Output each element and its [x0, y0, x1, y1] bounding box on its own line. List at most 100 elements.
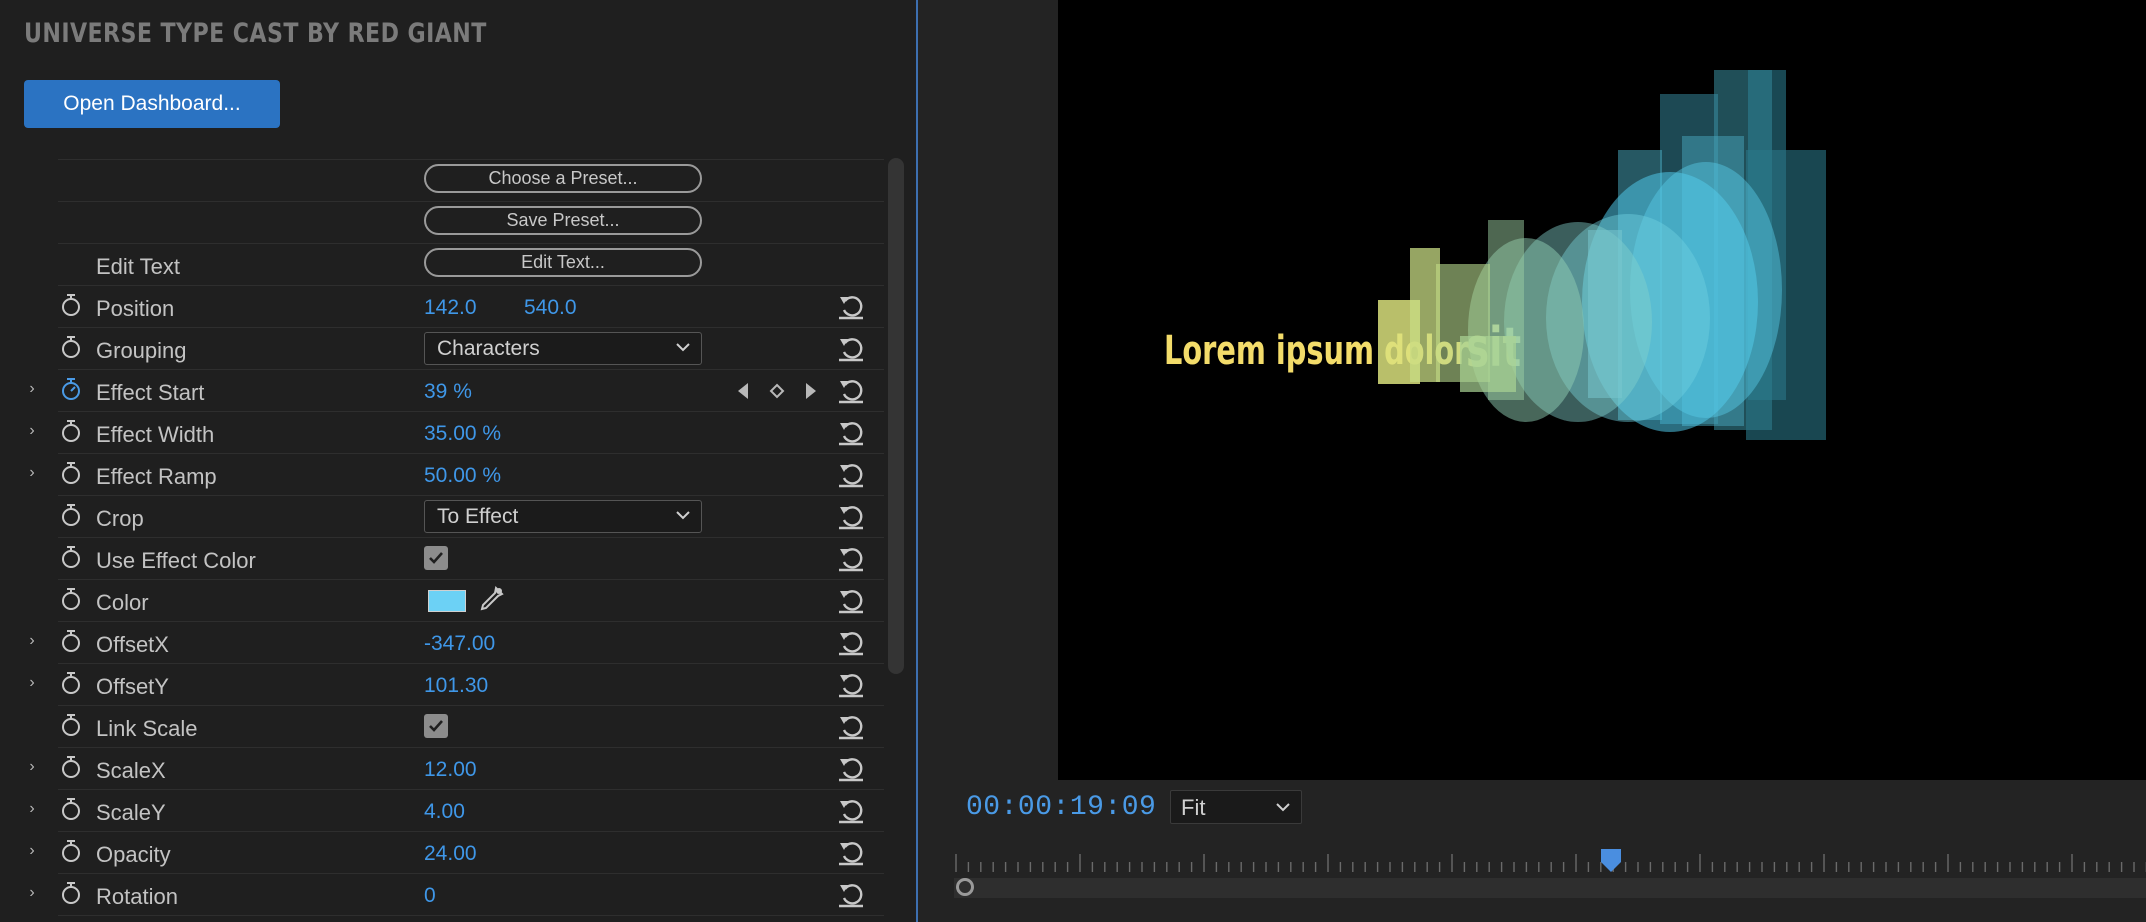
- video-preview: Lorem ipsum dolor sit: [1058, 0, 2146, 780]
- property-row-position: Position 142.0 540.0: [58, 285, 884, 327]
- open-dashboard-button[interactable]: Open Dashboard...: [24, 80, 280, 128]
- property-row-use-effect-color: Use Effect Color: [58, 537, 884, 579]
- stopwatch-active-icon[interactable]: [60, 377, 82, 401]
- stopwatch-icon[interactable]: [60, 839, 82, 863]
- crop-dropdown[interactable]: To Effect: [424, 500, 702, 533]
- color-swatch[interactable]: [428, 590, 466, 612]
- expand-chevron-icon[interactable]: ›: [24, 884, 40, 902]
- keyframe-navigator[interactable]: [734, 379, 820, 403]
- reset-icon[interactable]: [836, 670, 866, 698]
- effect-ramp-value[interactable]: 50.00 %: [424, 464, 501, 488]
- checkmark-icon: [429, 720, 443, 732]
- scale-y-value[interactable]: 4.00: [424, 800, 465, 824]
- position-y-value[interactable]: 540.0: [524, 296, 577, 320]
- property-row-crop: Crop To Effect: [58, 495, 884, 537]
- color-label: Color: [96, 590, 149, 615]
- reset-icon[interactable]: [836, 838, 866, 866]
- crop-selected: To Effect: [437, 505, 519, 528]
- position-x-value[interactable]: 142.0: [424, 296, 477, 320]
- chevron-down-icon: [676, 511, 690, 520]
- stopwatch-icon[interactable]: [60, 797, 82, 821]
- property-row-grouping: Grouping Characters: [58, 327, 884, 369]
- grouping-selected: Characters: [437, 337, 540, 360]
- reset-icon[interactable]: [836, 754, 866, 782]
- reset-icon[interactable]: [836, 586, 866, 614]
- edit-text-row: Edit Text Edit Text...: [58, 243, 884, 285]
- property-row-offset-x: › OffsetX -347.00: [29, 621, 884, 663]
- stopwatch-icon[interactable]: [60, 419, 82, 443]
- timeline-ruler[interactable]: [954, 850, 2146, 876]
- edit-text-button[interactable]: Edit Text...: [424, 248, 702, 277]
- typecast-effect-graphic: [1378, 70, 1826, 440]
- scale-x-label: ScaleX: [96, 758, 166, 783]
- expand-chevron-icon[interactable]: ›: [24, 380, 40, 398]
- grouping-dropdown[interactable]: Characters: [424, 332, 702, 365]
- property-list: Choose a Preset... Save Preset... Edit T…: [0, 159, 884, 922]
- property-row-offset-y: › OffsetY 101.30: [29, 663, 884, 705]
- scrub-bar[interactable]: [954, 878, 2146, 898]
- use-effect-color-checkbox[interactable]: [424, 546, 448, 570]
- offset-x-label: OffsetX: [96, 632, 169, 657]
- expand-chevron-icon[interactable]: ›: [24, 758, 40, 776]
- property-row-scale-y: › ScaleY 4.00: [29, 789, 884, 831]
- choose-preset-button[interactable]: Choose a Preset...: [424, 164, 702, 193]
- property-row-effect-start: › Effect Start 39 %: [29, 369, 884, 411]
- reset-icon[interactable]: [836, 334, 866, 362]
- stopwatch-icon[interactable]: [60, 881, 82, 905]
- chevron-down-icon: [676, 343, 690, 352]
- reset-icon[interactable]: [836, 376, 866, 404]
- program-monitor: Lorem ipsum dolor sit 00:00:19:09 Fit: [918, 0, 2146, 922]
- property-row-color: Color: [58, 579, 884, 621]
- reset-icon[interactable]: [836, 418, 866, 446]
- rotation-value[interactable]: 0: [424, 884, 436, 908]
- stopwatch-icon[interactable]: [60, 503, 82, 527]
- effect-width-label: Effect Width: [96, 422, 215, 447]
- expand-chevron-icon[interactable]: ›: [24, 464, 40, 482]
- reset-icon[interactable]: [836, 796, 866, 824]
- effect-controls-panel: UNIVERSE TYPE CAST BY RED GIANT Open Das…: [0, 0, 916, 922]
- grouping-label: Grouping: [96, 338, 187, 363]
- checkmark-icon: [429, 552, 443, 564]
- opacity-value[interactable]: 24.00: [424, 842, 477, 866]
- reset-icon[interactable]: [836, 292, 866, 320]
- stopwatch-icon[interactable]: [60, 545, 82, 569]
- stopwatch-icon[interactable]: [60, 629, 82, 653]
- reset-icon[interactable]: [836, 628, 866, 656]
- stopwatch-icon[interactable]: [60, 755, 82, 779]
- expand-chevron-icon[interactable]: ›: [24, 800, 40, 818]
- stopwatch-icon[interactable]: [60, 587, 82, 611]
- expand-chevron-icon[interactable]: ›: [24, 842, 40, 860]
- panel-scrollbar[interactable]: [888, 158, 904, 674]
- scale-x-value[interactable]: 12.00: [424, 758, 477, 782]
- effect-ramp-label: Effect Ramp: [96, 464, 217, 489]
- offset-x-value[interactable]: -347.00: [424, 632, 495, 656]
- effect-width-value[interactable]: 35.00 %: [424, 422, 501, 446]
- effect-start-value[interactable]: 39 %: [424, 380, 472, 404]
- reset-icon[interactable]: [836, 544, 866, 572]
- expand-chevron-icon[interactable]: ›: [24, 632, 40, 650]
- reset-icon[interactable]: [836, 712, 866, 740]
- reset-icon[interactable]: [836, 460, 866, 488]
- zoom-selected: Fit: [1181, 795, 1206, 820]
- stopwatch-icon[interactable]: [60, 713, 82, 737]
- save-preset-button[interactable]: Save Preset...: [424, 206, 702, 235]
- timecode[interactable]: 00:00:19:09: [966, 792, 1156, 823]
- stopwatch-icon[interactable]: [60, 461, 82, 485]
- reset-icon[interactable]: [836, 502, 866, 530]
- offset-y-value[interactable]: 101.30: [424, 674, 488, 698]
- expand-chevron-icon[interactable]: ›: [24, 674, 40, 692]
- reset-icon[interactable]: [836, 880, 866, 908]
- expand-chevron-icon[interactable]: ›: [24, 422, 40, 440]
- property-row-scale-x: › ScaleX 12.00: [29, 747, 884, 789]
- stopwatch-icon[interactable]: [60, 335, 82, 359]
- playhead-marker[interactable]: [1600, 848, 1622, 874]
- link-scale-checkbox[interactable]: [424, 714, 448, 738]
- property-row-partial: [58, 915, 884, 922]
- stopwatch-icon[interactable]: [60, 671, 82, 695]
- effect-start-label: Effect Start: [96, 380, 205, 405]
- scrub-handle[interactable]: [956, 878, 974, 896]
- stopwatch-icon[interactable]: [60, 293, 82, 317]
- scale-y-label: ScaleY: [96, 800, 166, 825]
- zoom-dropdown[interactable]: Fit: [1170, 790, 1302, 824]
- eyedropper-icon[interactable]: [476, 584, 506, 614]
